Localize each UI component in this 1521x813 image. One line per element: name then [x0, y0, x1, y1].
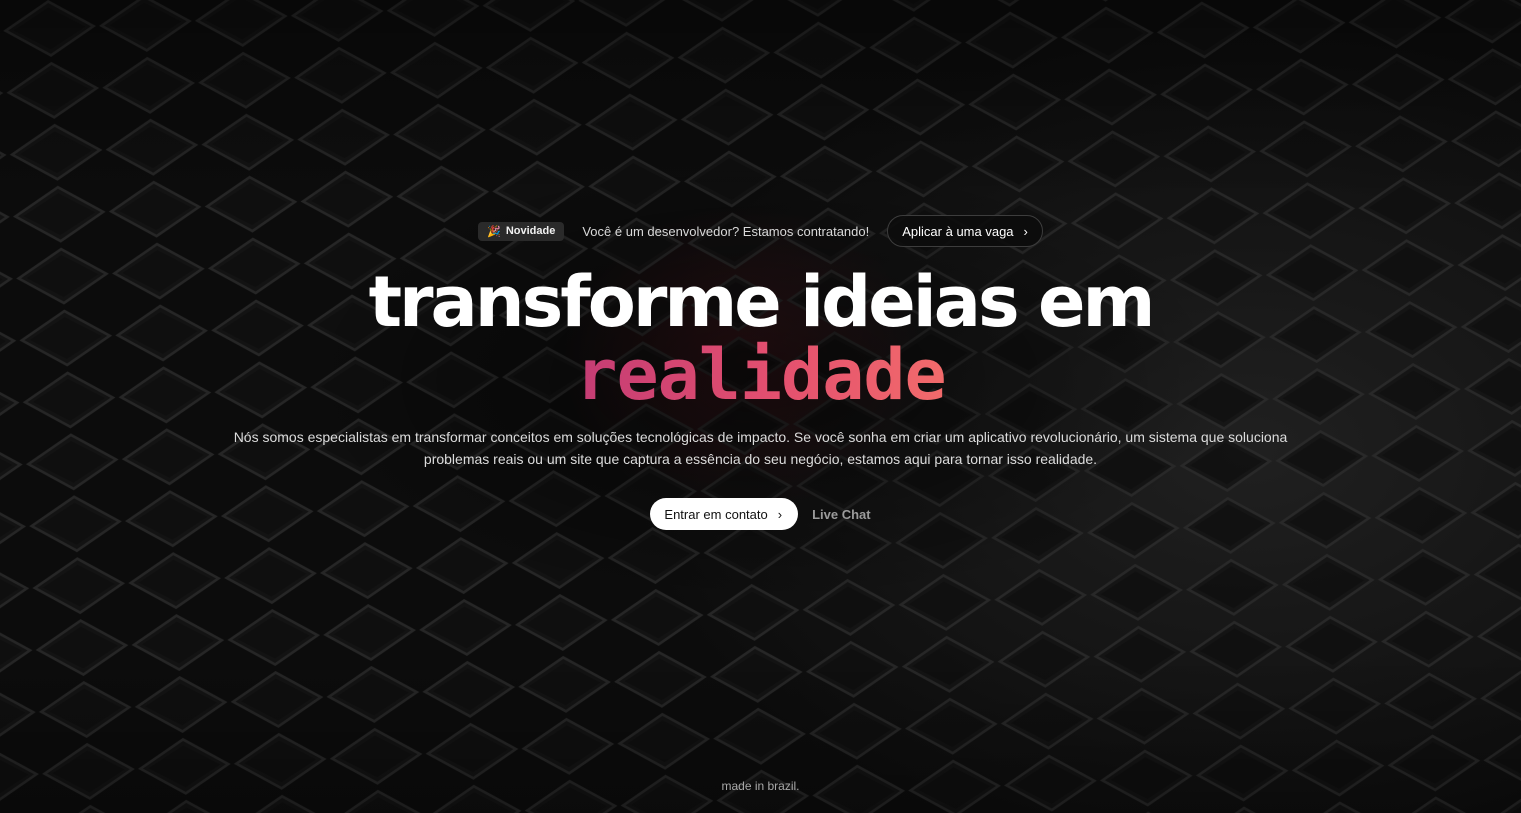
live-chat-link[interactable]: Live Chat — [812, 507, 871, 522]
hero-section: 🎉 Novidade Você é um desenvolvedor? Esta… — [0, 0, 1521, 813]
hero-description: Nós somos especialistas em transformar c… — [233, 429, 1288, 467]
hero-title: transforme ideias em — [368, 261, 1156, 343]
chevron-right-icon: › — [1023, 223, 1028, 239]
news-badge-label: Novidade — [505, 225, 556, 237]
contact-button[interactable]: Entrar em contato › — [650, 498, 799, 530]
apply-job-button[interactable]: Aplicar à uma vaga › — [887, 215, 1043, 247]
contact-button-label: Entrar em contato — [664, 506, 768, 522]
apply-job-label: Aplicar à uma vaga — [902, 223, 1014, 239]
news-badge: 🎉 Novidade — [478, 221, 565, 241]
announcement-bar: 🎉 Novidade Você é um desenvolvedor? Esta… — [0, 215, 1521, 247]
hero-title-accent: realidade — [0, 335, 1521, 415]
hero-title-accent-text: realidade — [575, 334, 946, 416]
party-popper-icon: 🎉 — [487, 225, 501, 238]
hero-actions: Entrar em contato › Live Chat — [0, 498, 1521, 530]
landing-page: 🎉 Novidade Você é um desenvolvedor? Esta… — [0, 0, 1521, 813]
chevron-right-icon: › — [777, 506, 783, 522]
footer-text: made in brazil. — [721, 779, 800, 793]
announcement-text: Você é um desenvolvedor? Estamos contrat… — [582, 223, 870, 239]
